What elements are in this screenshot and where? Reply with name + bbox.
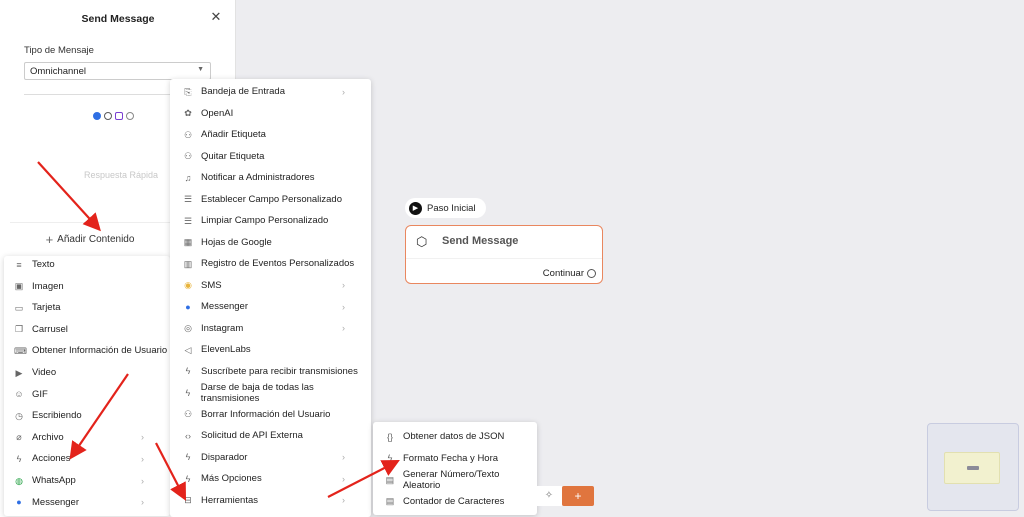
arrow-to-herramientas [155, 442, 187, 501]
arrow-to-acciones [69, 373, 129, 460]
arrow-to-add-content [37, 161, 101, 232]
arrow-to-formato-fecha [327, 459, 400, 498]
annotation-arrows [37, 161, 400, 501]
